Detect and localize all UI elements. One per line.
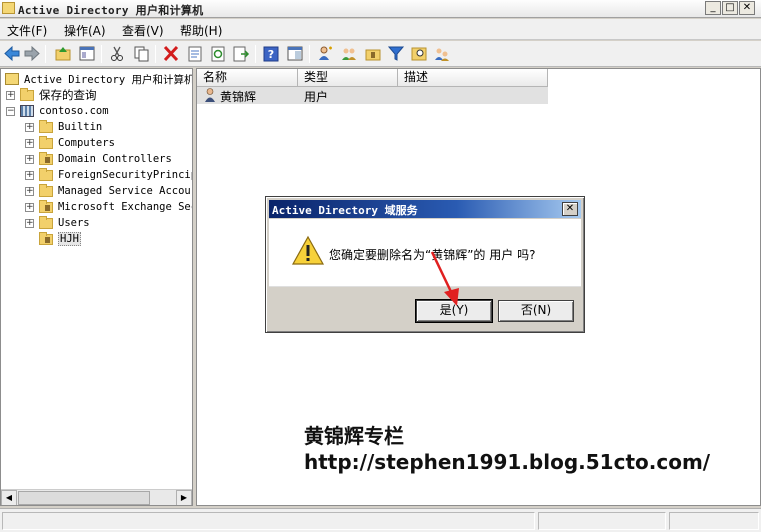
toolbar-separator xyxy=(45,45,46,63)
scroll-left-icon[interactable]: ◀ xyxy=(1,490,17,505)
expand-icon[interactable]: + xyxy=(25,202,34,212)
expand-icon[interactable]: + xyxy=(25,186,34,196)
tree-item-domain-controllers[interactable]: + Domain Controllers xyxy=(25,151,172,167)
domain-icon xyxy=(20,105,34,117)
tree-root[interactable]: Active Directory 用户和计算机 xyxy=(5,71,193,87)
help-icon[interactable]: ? xyxy=(262,45,280,62)
scroll-thumb[interactable] xyxy=(18,491,150,505)
toolbar-separator xyxy=(309,45,310,63)
find-icon[interactable] xyxy=(410,45,428,62)
tree-item-users[interactable]: + Users xyxy=(25,215,90,231)
watermark-title: 黄锦辉专栏 xyxy=(304,424,404,448)
user-name-cell: 黄锦辉 xyxy=(220,90,257,104)
folder-icon xyxy=(39,183,53,197)
tree-item-builtin[interactable]: + Builtin xyxy=(25,119,102,135)
toolbar-separator xyxy=(101,45,102,63)
menu-help[interactable]: 帮助(H) xyxy=(180,22,222,39)
add-to-group-icon[interactable] xyxy=(433,45,451,62)
annotation-arrow-icon xyxy=(430,251,459,306)
window-title: Active Directory 用户和计算机 xyxy=(18,4,204,17)
close-button[interactable]: ✕ xyxy=(739,1,755,15)
minimize-button[interactable]: _ xyxy=(705,1,721,15)
user-type-cell: 用户 xyxy=(304,90,329,104)
back-icon[interactable] xyxy=(3,45,21,62)
tree-item-managed-service[interactable]: + Managed Service Accour xyxy=(25,183,192,199)
column-header-description[interactable]: 描述 xyxy=(398,69,548,87)
tree-root-label: Active Directory 用户和计算机 xyxy=(24,73,193,86)
scroll-right-icon[interactable]: ▶ xyxy=(176,490,192,505)
warning-icon xyxy=(291,235,325,265)
expand-icon[interactable]: + xyxy=(25,218,34,228)
expand-icon[interactable]: + xyxy=(25,170,34,180)
toolbar-separator xyxy=(155,45,156,63)
menu-bar: 文件(F) 操作(A) 查看(V) 帮助(H) xyxy=(0,19,761,40)
column-header-type[interactable]: 类型 xyxy=(298,69,398,87)
folder-icon xyxy=(20,87,34,101)
up-folder-icon[interactable] xyxy=(54,45,72,62)
maximize-button[interactable]: □ xyxy=(722,1,738,15)
menu-view[interactable]: 查看(V) xyxy=(122,22,164,39)
folder-icon xyxy=(39,167,53,181)
folder-icon xyxy=(39,119,53,133)
no-button[interactable]: 否(N) xyxy=(498,300,574,322)
copy-icon[interactable] xyxy=(132,45,150,62)
status-segment xyxy=(538,512,666,530)
toolbar-separator xyxy=(255,45,256,63)
user-icon xyxy=(205,88,215,102)
ou-folder-icon xyxy=(39,199,53,213)
delete-confirm-dialog: Active Directory 域服务 ✕ 您确定要删除名为“黄锦辉”的 用户… xyxy=(265,196,585,333)
new-user-icon[interactable] xyxy=(316,45,334,62)
dialog-body: 您确定要删除名为“黄锦辉”的 用户 吗? xyxy=(269,219,581,287)
delete-icon[interactable] xyxy=(162,45,180,62)
expand-icon[interactable]: + xyxy=(25,122,34,132)
tree-pane: Active Directory 用户和计算机 + 保存的查询 − contos… xyxy=(0,68,193,506)
app-icon xyxy=(2,2,15,14)
ou-folder-icon xyxy=(39,231,53,245)
title-bar: Active Directory 用户和计算机 _ □ ✕ xyxy=(0,0,761,18)
svg-text:?: ? xyxy=(268,48,274,61)
toolbar: ? xyxy=(0,41,761,67)
column-header-name[interactable]: 名称 xyxy=(197,69,298,87)
snapin-icon xyxy=(5,73,19,85)
tree-item-domain[interactable]: − contoso.com xyxy=(6,103,109,119)
menu-action[interactable]: 操作(A) xyxy=(64,22,106,39)
dialog-close-button[interactable]: ✕ xyxy=(562,202,578,216)
list-item[interactable]: 黄锦辉 用户 xyxy=(197,87,548,104)
export-icon[interactable] xyxy=(232,45,250,62)
menu-file[interactable]: 文件(F) xyxy=(7,22,47,39)
refresh-icon[interactable] xyxy=(209,45,227,62)
dialog-title: Active Directory 域服务 xyxy=(272,204,418,217)
show-tree-icon[interactable] xyxy=(78,45,96,62)
cut-icon[interactable] xyxy=(108,45,126,62)
horizontal-scrollbar[interactable]: ◀ ▶ xyxy=(1,489,192,505)
filter-icon[interactable] xyxy=(387,45,405,62)
status-segment xyxy=(669,512,759,530)
collapse-icon[interactable]: − xyxy=(6,106,15,116)
folder-icon xyxy=(39,135,53,149)
status-bar xyxy=(0,508,761,532)
expand-icon[interactable]: + xyxy=(6,90,15,100)
tree-item-saved-queries[interactable]: + 保存的查询 xyxy=(6,87,97,103)
forward-icon[interactable] xyxy=(23,45,41,62)
expand-icon[interactable]: + xyxy=(25,154,34,164)
new-group-icon[interactable] xyxy=(340,45,358,62)
new-ou-icon[interactable] xyxy=(364,45,382,62)
tree-item-exchange[interactable]: + Microsoft Exchange Sec xyxy=(25,199,192,215)
ou-folder-icon xyxy=(39,151,53,165)
properties-icon[interactable] xyxy=(186,45,204,62)
dialog-title-bar: Active Directory 域服务 ✕ xyxy=(269,200,581,218)
status-segment xyxy=(2,512,535,530)
tree-item-hjh[interactable]: HJH xyxy=(25,231,81,247)
watermark-url: http://stephen1991.blog.51cto.com/ xyxy=(304,450,711,474)
expand-icon[interactable]: + xyxy=(25,138,34,148)
tree-item-computers[interactable]: + Computers xyxy=(25,135,115,151)
tree-item-foreign-security[interactable]: + ForeignSecurityPrincip xyxy=(25,167,192,183)
console-icon[interactable] xyxy=(286,45,304,62)
folder-icon xyxy=(39,215,53,229)
